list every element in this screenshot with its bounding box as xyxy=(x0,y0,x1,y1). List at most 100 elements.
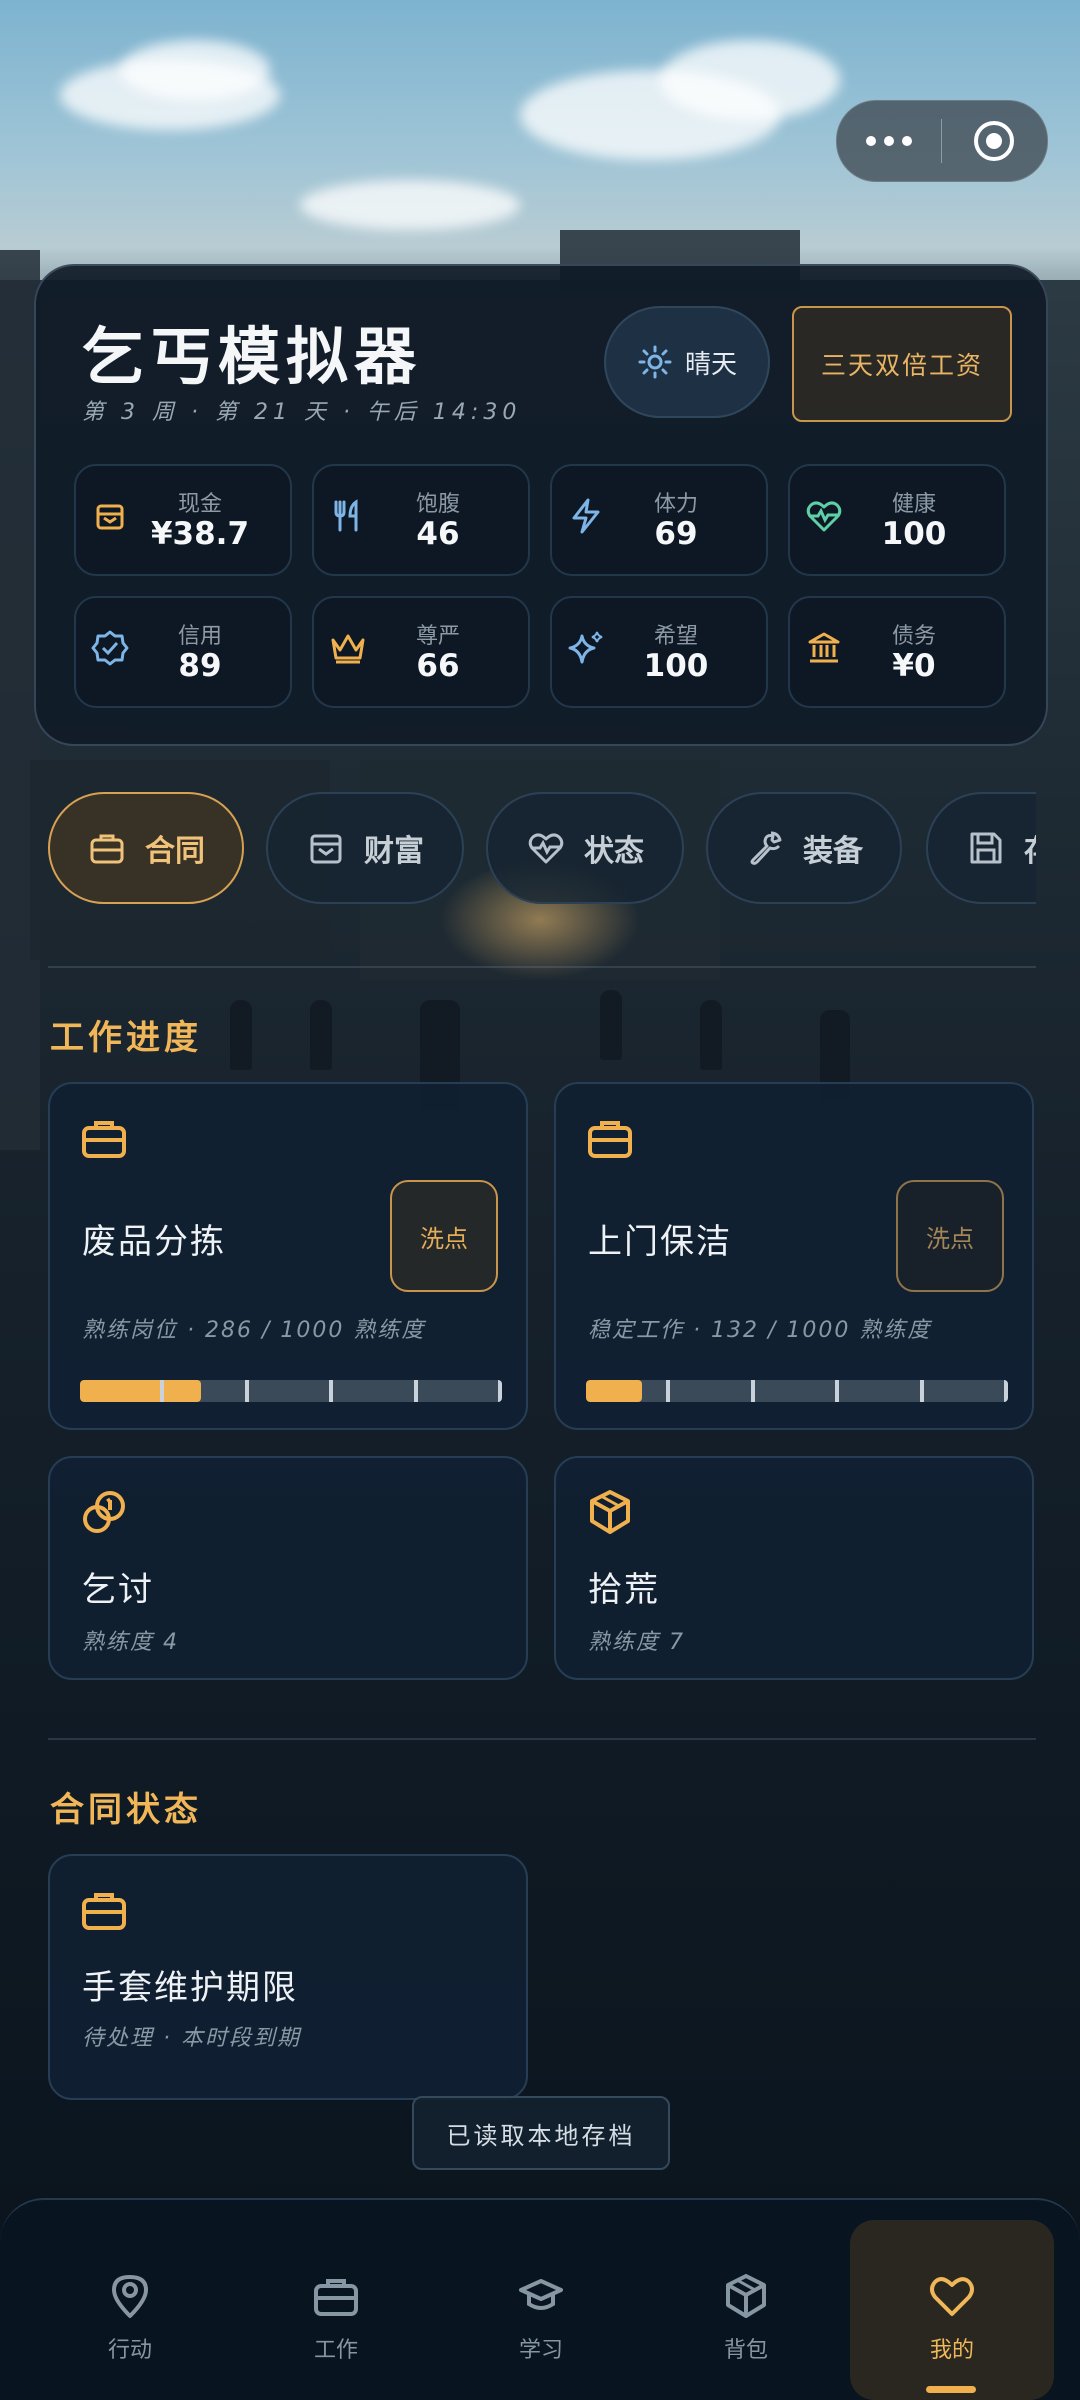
package-icon xyxy=(726,2274,766,2318)
tab-wealth[interactable]: 财富 xyxy=(266,792,464,904)
job-card-sorting[interactable]: 废品分拣 洗点 熟练岗位 · 286 / 1000 熟练度 xyxy=(48,1082,528,1430)
cloud xyxy=(120,40,270,100)
close-program-button[interactable] xyxy=(942,119,1046,163)
tab-status[interactable]: 状态 xyxy=(486,792,684,904)
nav-action[interactable]: 行动 xyxy=(55,2272,205,2372)
stat-value: 100 xyxy=(881,516,947,552)
proficiency-fill xyxy=(80,1380,201,1402)
stat-label: 信用 xyxy=(177,624,222,649)
stat-hope: 希望 100 xyxy=(550,596,768,708)
stat-value: 100 xyxy=(643,648,709,684)
package-icon xyxy=(590,1490,630,1534)
tab-contract[interactable]: 合同 xyxy=(48,792,244,904)
person xyxy=(700,1000,722,1070)
tab-equipment[interactable]: 装备 xyxy=(706,792,902,904)
progress-tick xyxy=(835,1380,839,1402)
job-card-scavenging[interactable]: 拾荒 熟练度 7 xyxy=(554,1456,1034,1680)
job-name: 上门保洁 xyxy=(588,1222,732,1262)
tab-label: 财富 xyxy=(364,834,424,869)
tab-label: 状态 xyxy=(584,834,644,869)
dot xyxy=(884,136,894,146)
heart-pulse-icon xyxy=(528,833,564,864)
tab-label: 装备 xyxy=(803,834,863,869)
contract-card[interactable]: 手套维护期限 待处理 · 本时段到期 xyxy=(48,1854,528,2100)
save-loaded-toast: 已读取本地存档 xyxy=(412,2096,670,2170)
nav-study[interactable]: 学习 xyxy=(466,2272,616,2372)
sun-icon xyxy=(638,345,672,379)
nav-label: 背包 xyxy=(723,2338,768,2363)
progress-tick xyxy=(329,1380,333,1402)
cloud xyxy=(300,180,520,230)
job-meta: 熟练度 7 xyxy=(588,1630,685,1655)
briefcase-icon xyxy=(82,1893,126,1930)
stat-label: 现金 xyxy=(177,492,222,517)
progress-tick xyxy=(414,1380,418,1402)
wallet-icon xyxy=(310,834,342,864)
dot xyxy=(866,136,876,146)
briefcase-icon xyxy=(82,1121,126,1158)
job-meta: 熟练岗位 · 286 / 1000 熟练度 xyxy=(82,1318,426,1343)
person xyxy=(600,990,622,1060)
section-divider xyxy=(48,966,1036,968)
stat-label: 债务 xyxy=(891,624,936,649)
progress-tick xyxy=(751,1380,755,1402)
event-badge[interactable]: 三天双倍工资 xyxy=(792,306,1012,422)
dot xyxy=(902,136,912,146)
stat-debt: 债务 ¥0 xyxy=(788,596,1006,708)
contract-name: 手套维护期限 xyxy=(82,1968,298,2008)
job-card-cleaning[interactable]: 上门保洁 洗点 稳定工作 · 132 / 1000 熟练度 xyxy=(554,1082,1034,1430)
tab-label: 合同 xyxy=(145,834,205,869)
graduation-cap-icon xyxy=(519,2279,563,2310)
stat-value: 46 xyxy=(416,516,460,552)
proficiency-bar xyxy=(80,1380,502,1402)
weather-badge[interactable]: 晴天 xyxy=(604,306,770,418)
progress-tick xyxy=(920,1380,924,1402)
proficiency-bar xyxy=(586,1380,1008,1402)
briefcase-icon xyxy=(314,2279,358,2316)
stat-cash: 现金 ¥38.7 xyxy=(74,464,292,576)
tab-bar: 合同 财富 状态 装备 存 xyxy=(48,790,1036,906)
nav-backpack[interactable]: 背包 xyxy=(671,2272,821,2372)
stat-value: ¥38.7 xyxy=(150,516,250,552)
person xyxy=(230,1000,252,1070)
bottom-nav: 行动 工作 学习 背包 我的 xyxy=(0,2198,1080,2400)
job-name: 拾荒 xyxy=(588,1570,660,1610)
stat-label: 体力 xyxy=(653,492,698,517)
target-icon xyxy=(974,121,1014,161)
briefcase-icon xyxy=(90,834,124,864)
tab-save[interactable]: 存 xyxy=(926,792,1036,904)
heart-icon xyxy=(930,2277,974,2316)
job-name: 废品分拣 xyxy=(82,1222,226,1262)
stat-value: 69 xyxy=(654,516,698,552)
briefcase-icon xyxy=(588,1121,632,1158)
nav-mine[interactable]: 我的 xyxy=(850,2220,1054,2400)
active-indicator xyxy=(926,2386,976,2393)
cloud xyxy=(660,40,840,120)
reset-skill-button[interactable]: 洗点 xyxy=(390,1180,498,1292)
stat-value: 89 xyxy=(178,648,222,684)
progress-tick xyxy=(160,1380,164,1402)
job-card-begging[interactable]: 乞讨 熟练度 4 xyxy=(48,1456,528,1680)
game-time: 第 3 周 · 第 21 天 · 午后 14:30 xyxy=(82,400,522,425)
mini-program-capsule xyxy=(836,100,1048,182)
more-button[interactable] xyxy=(837,136,941,146)
stat-dignity: 尊严 66 xyxy=(312,596,530,708)
reset-skill-button[interactable]: 洗点 xyxy=(896,1180,1004,1292)
save-icon xyxy=(970,832,1002,864)
progress-tick xyxy=(498,1380,502,1402)
status-panel: 乞丐模拟器 第 3 周 · 第 21 天 · 午后 14:30 晴天 三天双倍工… xyxy=(34,264,1048,746)
nav-label: 学习 xyxy=(518,2338,563,2363)
stat-stamina: 体力 69 xyxy=(550,464,768,576)
nav-label: 行动 xyxy=(107,2338,152,2363)
nav-work[interactable]: 工作 xyxy=(261,2272,411,2372)
stat-health: 健康 100 xyxy=(788,464,1006,576)
progress-tick xyxy=(1004,1380,1008,1402)
nav-label: 我的 xyxy=(929,2338,974,2363)
contract-section-title: 合同状态 xyxy=(50,1790,202,1830)
job-meta: 稳定工作 · 132 / 1000 熟练度 xyxy=(588,1318,932,1343)
stat-value: ¥0 xyxy=(892,648,936,684)
stat-label: 尊严 xyxy=(415,624,460,649)
wrench-icon xyxy=(750,831,782,865)
stat-credit: 信用 89 xyxy=(74,596,292,708)
stat-fullness: 饱腹 46 xyxy=(312,464,530,576)
